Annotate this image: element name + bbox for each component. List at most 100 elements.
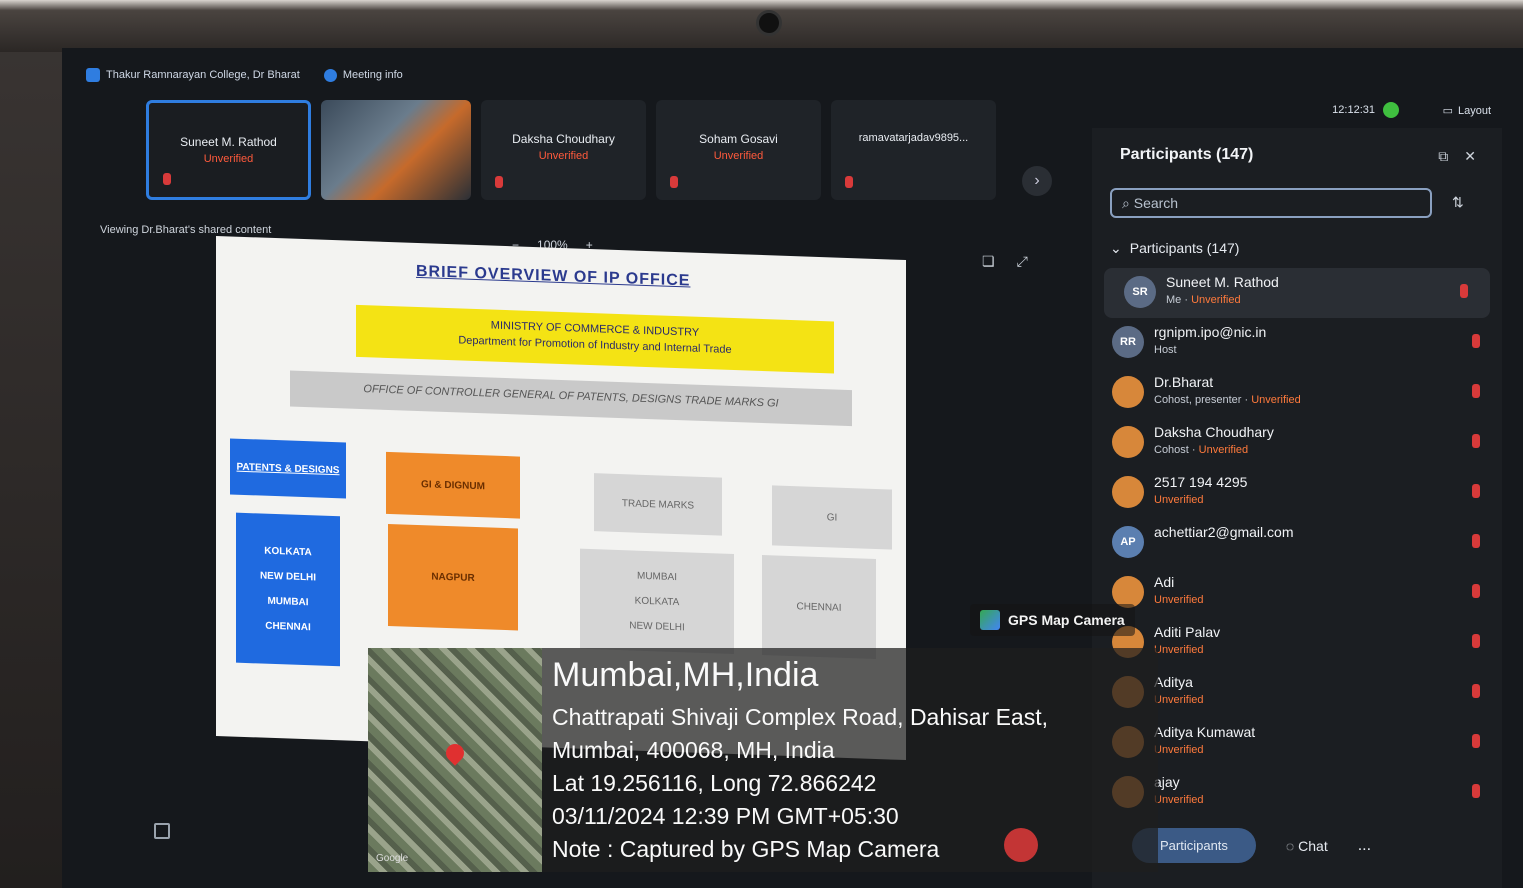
participant-name: Adi	[1154, 574, 1175, 590]
meeting-clock: 12:12:31	[1332, 104, 1375, 116]
chennai-label: CHENNAI	[796, 600, 842, 614]
mic-muted-icon[interactable]	[1472, 584, 1480, 598]
popout-icon[interactable]: ⧉	[1438, 148, 1448, 165]
mic-muted-icon[interactable]	[1472, 634, 1480, 648]
chevron-down-icon: ⌄	[1110, 240, 1122, 256]
search-input[interactable]: ⌕ Search	[1110, 188, 1432, 218]
participant-row[interactable]: AP achettiar2@gmail.com	[1092, 518, 1502, 568]
participant-row[interactable]: Daksha Choudhary Cohost · Unverified	[1092, 418, 1502, 468]
verification-status: Unverified	[1154, 594, 1204, 606]
city-label: NEW DELHI	[259, 570, 317, 584]
participant-role: Cohost, presenter · Unverified	[1154, 394, 1301, 406]
participant-row[interactable]: Dr.Bharat Cohost, presenter · Unverified	[1092, 368, 1502, 418]
sort-icon[interactable]: ⇅	[1452, 194, 1464, 211]
chat-icon: ◌	[1285, 837, 1299, 854]
avatar	[1112, 476, 1144, 508]
slide-title: BRIEF OVERVIEW OF IP OFFICE	[416, 262, 691, 290]
patents-box: PATENTS & DESIGNS	[230, 438, 346, 499]
mic-muted-icon[interactable]	[1472, 434, 1480, 448]
map-logo: Google	[376, 853, 409, 864]
avatar: AP	[1112, 526, 1144, 558]
mic-muted-icon	[163, 173, 171, 185]
participant-name: Aditya	[1154, 674, 1193, 690]
video-tile[interactable]: ramavatarjadav9895...	[831, 100, 996, 200]
mic-muted-icon[interactable]	[1472, 534, 1480, 548]
gps-app-name: GPS Map Camera	[1008, 612, 1125, 628]
participant-role: Unverified	[1154, 744, 1204, 756]
mic-muted-icon[interactable]	[1472, 684, 1480, 698]
verification-status: Unverified	[1251, 394, 1301, 406]
gps-overlay: Google Mumbai,MH,India Chattrapati Shiva…	[368, 648, 1158, 872]
search-icon: ⌕	[1122, 195, 1134, 211]
gi2-box: GI	[772, 485, 892, 550]
trademarks-label: TRADE MARKS	[621, 497, 695, 512]
video-tile-live[interactable]	[321, 100, 471, 200]
tile-name: ramavatarjadav9895...	[858, 132, 969, 144]
laptop-photo: Thakur Ramnarayan College, Dr Bharat Mee…	[0, 0, 1523, 888]
layout-button[interactable]: ▭ Layout	[1442, 104, 1491, 118]
participant-row[interactable]: SR Suneet M. Rathod Me · Unverified	[1104, 268, 1490, 318]
mic-muted-icon[interactable]	[1472, 384, 1480, 398]
shield-icon	[86, 68, 100, 82]
title-bar: Thakur Ramnarayan College, Dr Bharat Mee…	[62, 48, 1523, 96]
mic-muted-icon[interactable]	[1472, 484, 1480, 498]
gps-app-icon	[980, 610, 1000, 630]
tile-status: Unverified	[538, 150, 589, 162]
patents-label: PATENTS & DESIGNS	[236, 461, 340, 476]
gps-app-label: GPS Map Camera	[970, 604, 1135, 636]
tile-name: Daksha Choudhary	[512, 132, 615, 146]
mic-muted-icon[interactable]	[1472, 334, 1480, 348]
meeting-info-link[interactable]: Meeting info	[343, 69, 403, 81]
city-label: MUMBAI	[637, 570, 677, 583]
verification-status: Unverified	[1154, 794, 1204, 806]
gps-datetime: 03/11/2024 12:39 PM GMT+05:30	[552, 803, 899, 829]
video-strip: Suneet M. Rathod Unverified Daksha Choud…	[146, 100, 996, 224]
participant-name: rgnipm.ipo@nic.in	[1154, 324, 1267, 340]
participant-name: Suneet M. Rathod	[1166, 274, 1279, 290]
avatar	[1112, 426, 1144, 458]
trademarks-box: TRADE MARKS	[594, 473, 722, 536]
chat-label: Chat	[1298, 837, 1328, 854]
mic-muted-icon[interactable]	[1472, 784, 1480, 798]
participants-group-header[interactable]: ⌄ Participants (147)	[1110, 240, 1239, 257]
video-tile[interactable]: Soham Gosavi Unverified	[656, 100, 821, 200]
close-icon[interactable]: ✕	[1464, 148, 1476, 165]
panel-title: Participants (147)	[1120, 146, 1254, 163]
city-label: KOLKATA	[264, 545, 312, 559]
tile-name: Suneet M. Rathod	[180, 135, 277, 149]
patents-cities-box: KOLKATA NEW DELHI MUMBAI CHENNAI	[236, 512, 340, 667]
chat-button[interactable]: ◌ Chat	[1286, 838, 1328, 854]
sidebar-toggle-icon[interactable]	[154, 823, 170, 839]
nagpur-label: NAGPUR	[431, 570, 475, 584]
map-pin-icon	[442, 740, 468, 766]
participant-row[interactable]: Adi Unverified	[1092, 568, 1502, 618]
mic-muted-icon[interactable]	[1460, 284, 1468, 298]
mic-muted-icon	[845, 176, 853, 188]
info-icon[interactable]	[323, 68, 337, 82]
participant-role: Unverified	[1154, 694, 1204, 706]
more-options-button[interactable]: ...	[1358, 837, 1371, 855]
city-label: NEW DELHI	[629, 619, 685, 633]
tile-status: Unverified	[203, 153, 254, 165]
verification-status: Unverified	[1154, 694, 1204, 706]
gi-box: GI & DIGNUM	[386, 451, 520, 519]
gps-text: Mumbai,MH,India Chattrapati Shivaji Comp…	[552, 656, 1048, 866]
gps-address-2: Mumbai, 400068, MH, India	[552, 737, 835, 763]
gps-city: Mumbai,MH,India	[552, 656, 819, 694]
chevron-right-icon[interactable]: ›	[1022, 166, 1052, 196]
participant-row[interactable]: RR rgnipm.ipo@nic.in Host	[1092, 318, 1502, 368]
mic-muted-icon	[495, 176, 503, 188]
mic-muted-icon[interactable]	[1472, 734, 1480, 748]
fullscreen-icon[interactable]: ⤢	[1017, 253, 1028, 270]
video-tile[interactable]: Suneet M. Rathod Unverified	[146, 100, 311, 200]
participant-row[interactable]: 2517 194 4295 Unverified	[1092, 468, 1502, 518]
verification-status: Unverified	[1154, 744, 1204, 756]
layout-icon: ▭	[1442, 105, 1453, 117]
city-label: KOLKATA	[634, 595, 680, 608]
video-tile[interactable]: Daksha Choudhary Unverified	[481, 100, 646, 200]
search-placeholder: Search	[1133, 195, 1179, 211]
role-label: Cohost, presenter ·	[1154, 394, 1252, 406]
annotate-icon[interactable]: ❏	[982, 253, 995, 270]
layout-label: Layout	[1457, 104, 1491, 117]
chennai-box: CHENNAI	[762, 555, 876, 660]
